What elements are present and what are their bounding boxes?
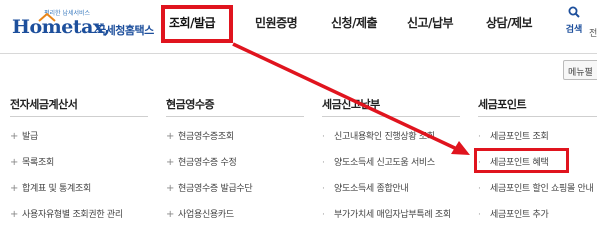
list-item[interactable]: · 세금포인트 할인 쇼핑몰 안내 [478,181,594,207]
bullet-icon: · [322,184,325,194]
plus-icon: + [10,183,19,194]
search-label: 검색 [565,25,583,35]
header-divider [0,53,597,54]
list-item[interactable]: + 발급 [10,129,123,155]
column-divider [10,116,148,117]
menu-column-tax-report-payment: 세금신고납부 · 신고내용확인 진행상황 조회 · 양도소득세 신고도움 서비스 ·… [322,96,460,220]
plus-icon: + [10,157,19,168]
truncated-menu-label[interactable]: 전 [589,26,597,39]
list-item[interactable]: · 신고내용확인 진행상황 조회 [322,129,451,155]
gnb-tab-application-submission[interactable]: 신청/제출 [331,14,378,31]
column-divider [322,116,460,117]
list-item[interactable]: + 사용자유형별 조회권한 관리 [10,207,123,233]
bullet-icon: · [322,132,325,142]
column-title: 세금포인트 [478,98,527,111]
top-header: 편리한 납세서비스 Hometax, 국세청홈택스 조회/발급 민원증명 신청/… [0,0,597,52]
plus-icon: + [166,157,175,168]
plus-icon: + [166,209,175,220]
list-item[interactable]: + 현금영수증 발급수단 [166,181,253,207]
list-item[interactable]: · 양도소득세 종합안내 [322,181,451,207]
column-title: 전자세금계산서 [10,98,78,111]
highlight-box-tax-point-benefit [474,148,569,173]
bullet-icon: · [322,158,325,168]
bullet-icon: · [478,210,481,220]
menu-expand-button[interactable]: 메뉴펼 [563,60,597,80]
list-item[interactable]: · 부가가치세 매입자납부특례 조회 [322,207,451,233]
menu-column-e-tax-invoice: 전자세금계산서 + 발급 + 목록조회 + 합계표 및 통계조회 + 사용자유형별 조회… [10,96,148,220]
plus-icon: + [10,131,19,142]
gnb-tab-civil-certificate[interactable]: 민원증명 [255,14,298,31]
list-item[interactable]: · 양도소득세 신고도움 서비스 [322,155,451,181]
global-nav: 조회/발급 민원증명 신청/제출 신고/납부 상담/제보 [0,14,597,36]
search-button[interactable]: 검색 [562,6,586,42]
list-item[interactable]: + 현금영수증조회 [166,129,252,155]
gnb-tab-report-payment[interactable]: 신고/납부 [407,14,454,31]
bullet-icon: · [478,184,481,194]
list-item[interactable]: · 세금포인트 추가 [478,207,593,233]
list-item[interactable]: + 합계표 및 통계조회 [10,181,123,207]
list-item[interactable]: + 현금영수증 수정 [166,155,252,181]
menu-column-tax-point: 세금포인트 · 세금포인트 조회 · 세금포인트 혜택 · 세금포인트 할인 쇼핑몰 … [478,96,597,220]
plus-icon: + [166,183,175,194]
column-title: 현금영수증 [166,98,215,111]
column-divider [166,116,304,117]
highlight-box-nav [161,5,233,43]
bullet-icon: · [322,210,325,220]
search-icon [568,6,580,18]
bullet-icon: · [478,132,481,142]
gnb-tab-consult-report[interactable]: 상담/제보 [486,14,533,31]
plus-icon: + [166,131,175,142]
column-title: 세금신고납부 [322,98,380,111]
list-item[interactable]: + 목록조회 [10,155,123,181]
menu-column-cash-receipt: 현금영수증 + 현금영수증조회 + 현금영수증 수정 + 현금영수증 발급수단 + 사업… [166,96,304,220]
plus-icon: + [10,209,19,220]
list-item[interactable]: + 사업용신용카드 [166,207,252,233]
column-divider [478,116,597,117]
